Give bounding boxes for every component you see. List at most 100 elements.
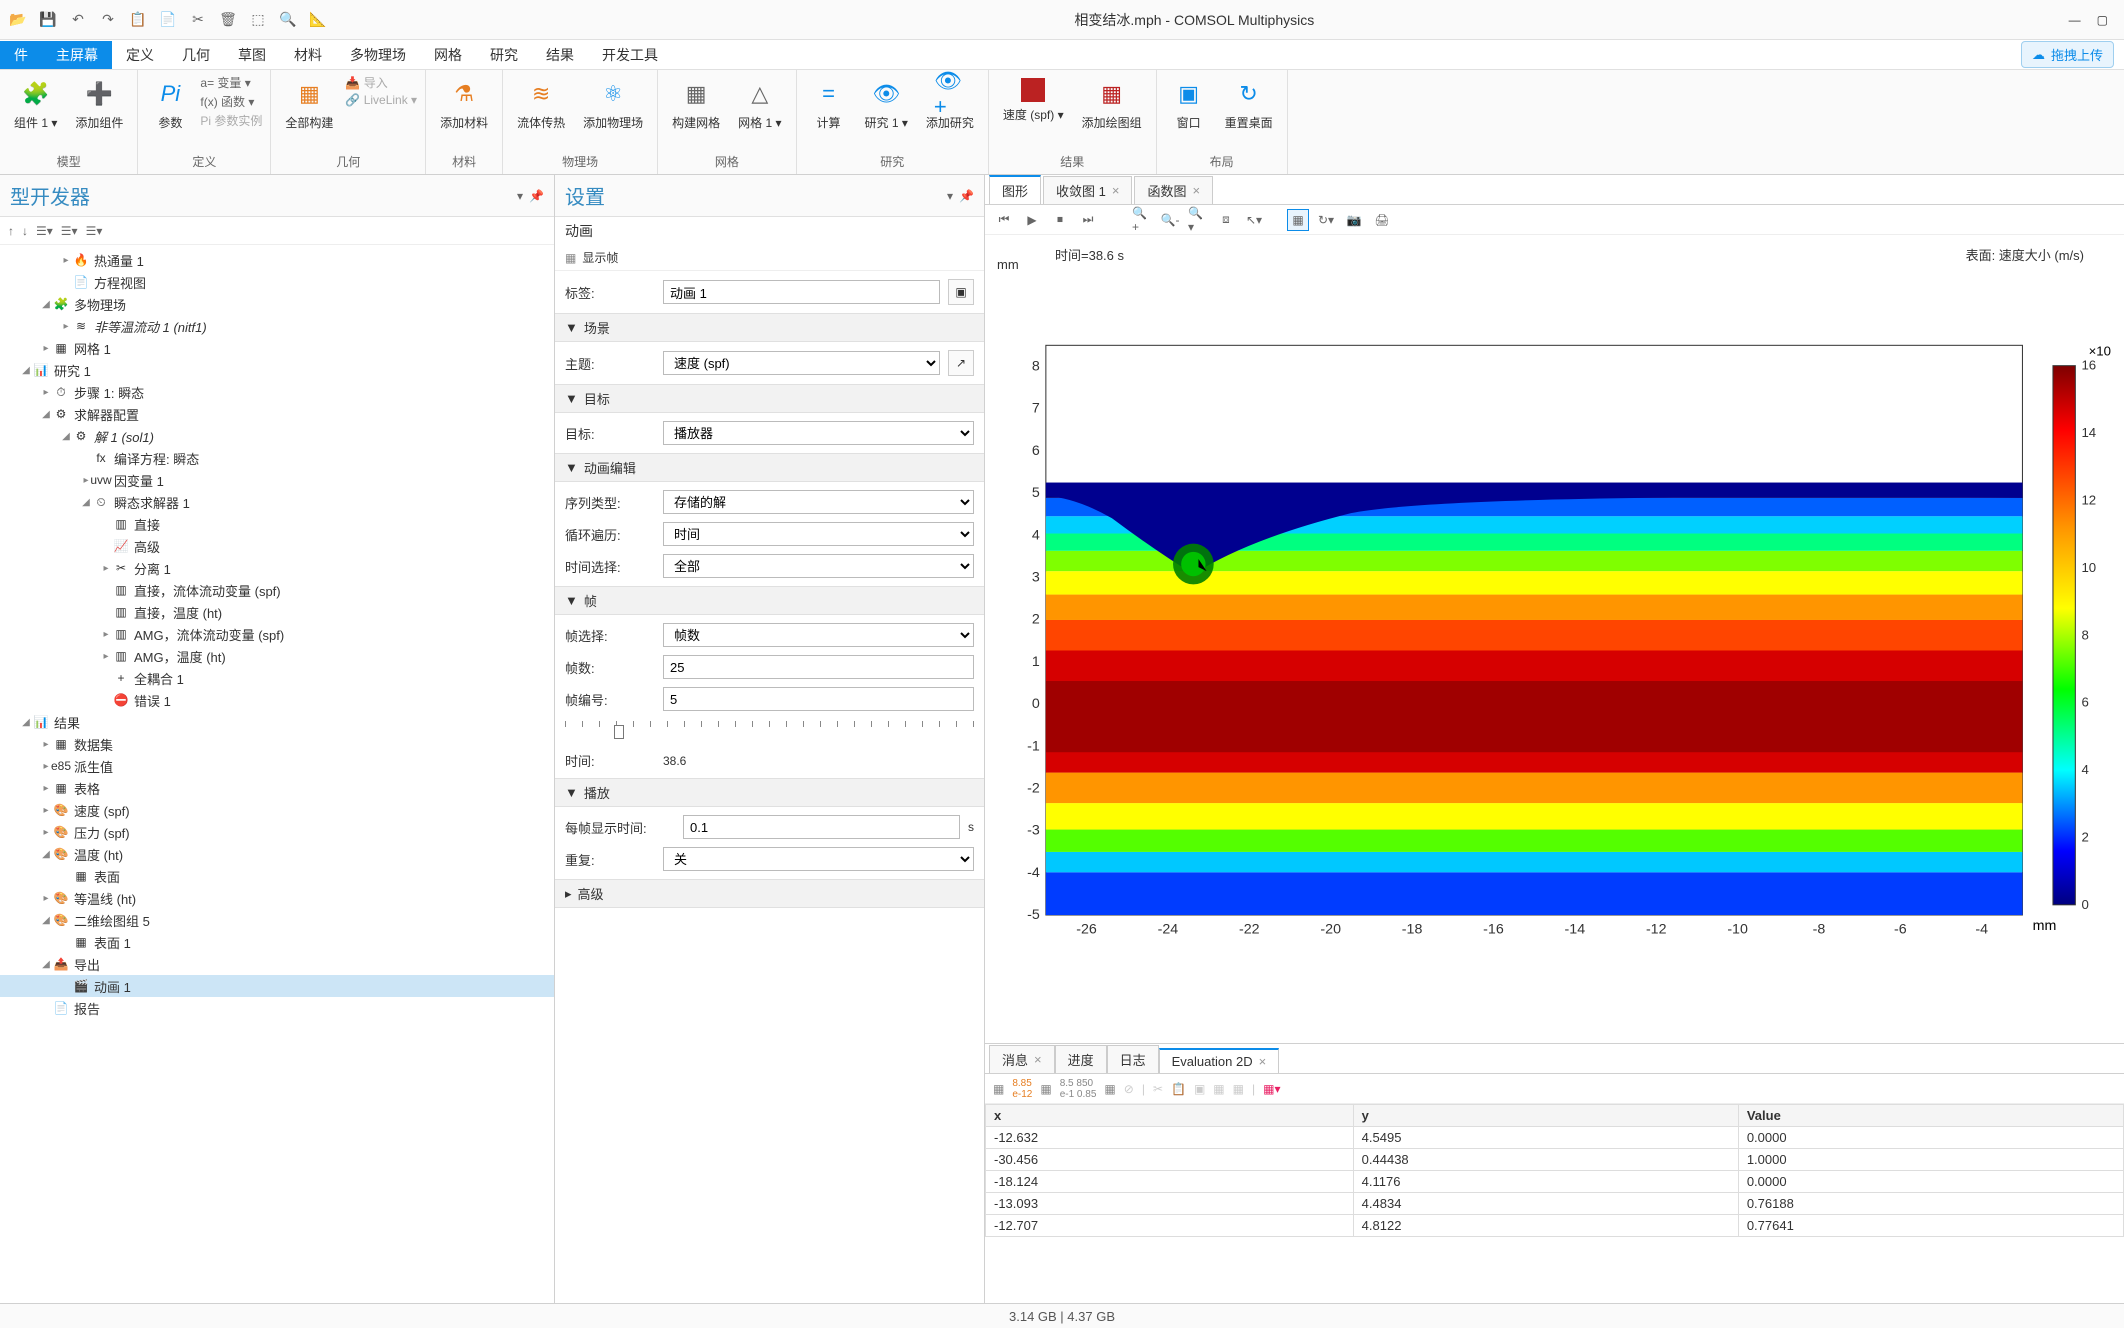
table-row[interactable]: -12.6324.54950.0000 bbox=[986, 1127, 2124, 1149]
tab-convergence[interactable]: 收敛图 1× bbox=[1043, 176, 1132, 204]
select-icon[interactable]: ⬚ bbox=[246, 8, 270, 32]
anim-edit-section[interactable]: ▼动画编辑 bbox=[555, 453, 984, 482]
tree-node[interactable]: ▸▦网格 1 bbox=[0, 337, 554, 359]
table-row[interactable]: -18.1244.11760.0000 bbox=[986, 1171, 2124, 1193]
measure-icon[interactable]: 📐 bbox=[306, 8, 330, 32]
camera-icon[interactable]: 📷 bbox=[1343, 209, 1365, 231]
select-icon[interactable]: ↖▾ bbox=[1243, 209, 1265, 231]
tree-node[interactable]: ◢📊结果 bbox=[0, 711, 554, 733]
tree-node[interactable]: ◢🧩多物理场 bbox=[0, 293, 554, 315]
tree-node[interactable]: ◢🎨温度 (ht) bbox=[0, 843, 554, 865]
menu-phys[interactable]: 多物理场 bbox=[336, 41, 420, 69]
col-header[interactable]: x bbox=[986, 1105, 1354, 1127]
tree-node[interactable]: ◢⚙解 1 (sol1) bbox=[0, 425, 554, 447]
study-1-button[interactable]: 👁研究 1 ▾ bbox=[859, 74, 914, 135]
list-icon[interactable]: ☰▾ bbox=[86, 224, 103, 238]
add-plotgroup-button[interactable]: ▦添加绘图组 bbox=[1076, 74, 1148, 135]
advanced-section[interactable]: ▸高级 bbox=[555, 879, 984, 908]
tree-node[interactable]: ◢🎨二维绘图组 5 bbox=[0, 909, 554, 931]
add-study-button[interactable]: 👁+添加研究 bbox=[920, 74, 980, 135]
livelink-button[interactable]: 🔗 LiveLink ▾ bbox=[345, 93, 417, 107]
menu-def[interactable]: 定义 bbox=[112, 41, 168, 69]
tree-node[interactable]: ▸⏱步骤 1: 瞬态 bbox=[0, 381, 554, 403]
tree-node[interactable]: ▸🎨等温线 (ht) bbox=[0, 887, 554, 909]
tree-node[interactable]: ◢⚙求解器配置 bbox=[0, 403, 554, 425]
dropdown-icon[interactable]: ▾ bbox=[517, 189, 523, 203]
close-icon[interactable]: × bbox=[1192, 183, 1200, 198]
tree-node[interactable]: ◢📊研究 1 bbox=[0, 359, 554, 381]
play-icon[interactable]: ▶ bbox=[1021, 209, 1043, 231]
tree-node[interactable]: 🎬动画 1 bbox=[0, 975, 554, 997]
tree-node[interactable]: ▸▥AMG，流体流动变量 (spf) bbox=[0, 623, 554, 645]
play-section[interactable]: ▼播放 bbox=[555, 778, 984, 807]
table-row[interactable]: -13.0934.48340.76188 bbox=[986, 1193, 2124, 1215]
framesel-select[interactable]: 帧数 bbox=[663, 623, 974, 647]
tab-log[interactable]: 日志 bbox=[1107, 1045, 1159, 1073]
tree-node[interactable]: ▸▥AMG，温度 (ht) bbox=[0, 645, 554, 667]
tree-node[interactable]: 📄报告 bbox=[0, 997, 554, 1019]
tree-node[interactable]: ◢📤导出 bbox=[0, 953, 554, 975]
target-select[interactable]: 播放器 bbox=[663, 421, 974, 445]
pin-icon[interactable]: 📌 bbox=[959, 189, 974, 203]
tree-node[interactable]: ⛔错误 1 bbox=[0, 689, 554, 711]
first-frame-icon[interactable]: ⏮ bbox=[993, 209, 1015, 231]
tree-node[interactable]: ▸🎨速度 (spf) bbox=[0, 799, 554, 821]
repeat-select[interactable]: 关 bbox=[663, 847, 974, 871]
tree-node[interactable]: ▸▦表格 bbox=[0, 777, 554, 799]
plot-icon[interactable]: ▦▾ bbox=[1263, 1082, 1280, 1096]
tab-eval2d[interactable]: Evaluation 2D× bbox=[1159, 1048, 1280, 1073]
tree-node[interactable]: ▦表面 1 bbox=[0, 931, 554, 953]
tree-node[interactable]: ▦表面 bbox=[0, 865, 554, 887]
last-frame-icon[interactable]: ⏭ bbox=[1077, 209, 1099, 231]
copy-icon[interactable]: 📋 bbox=[126, 8, 150, 32]
functions-button[interactable]: f(x) 函数 ▾ bbox=[200, 93, 262, 110]
scene-section[interactable]: ▼场景 bbox=[555, 313, 984, 342]
param-inst-button[interactable]: Pi 参数实例 bbox=[200, 112, 262, 129]
save-icon[interactable]: 💾 bbox=[36, 8, 60, 32]
copy-icon[interactable]: 📋 bbox=[1171, 1082, 1186, 1096]
cut-icon[interactable]: ✂ bbox=[186, 8, 210, 32]
table-row[interactable]: -12.7074.81220.77641 bbox=[986, 1215, 2124, 1237]
tag-action-icon[interactable]: ▣ bbox=[948, 279, 974, 305]
add-component-button[interactable]: ➕添加组件 bbox=[69, 74, 129, 135]
cut-icon[interactable]: ✂ bbox=[1153, 1082, 1163, 1096]
tree-node[interactable]: ◢⏲瞬态求解器 1 bbox=[0, 491, 554, 513]
menu-file[interactable]: 件 bbox=[0, 41, 42, 69]
velocity-plot-button[interactable]: 速度 (spf) ▾ bbox=[997, 74, 1070, 127]
menu-mesh[interactable]: 网格 bbox=[420, 41, 476, 69]
col-header[interactable]: y bbox=[1353, 1105, 1738, 1127]
variables-button[interactable]: a= 变量 ▾ bbox=[200, 74, 262, 91]
tree-node[interactable]: ▸≋非等温流动 1 (nitf1) bbox=[0, 315, 554, 337]
grid-icon[interactable]: ▦ bbox=[993, 1082, 1004, 1096]
menu-study[interactable]: 研究 bbox=[476, 41, 532, 69]
import-button[interactable]: 📥 导入 bbox=[345, 74, 417, 91]
target-section[interactable]: ▼目标 bbox=[555, 384, 984, 413]
heat-transfer-button[interactable]: ≋流体传热 bbox=[511, 74, 571, 135]
zoom-box-icon[interactable]: ⧈ bbox=[1215, 209, 1237, 231]
close-icon[interactable]: × bbox=[1112, 183, 1120, 198]
build-mesh-button[interactable]: ▦构建网格 bbox=[666, 74, 726, 135]
tree-node[interactable]: fx编译方程: 瞬态 bbox=[0, 447, 554, 469]
frame-slider[interactable] bbox=[565, 721, 974, 741]
framecount-input[interactable] bbox=[663, 655, 974, 679]
tab-progress[interactable]: 进度 bbox=[1055, 1045, 1107, 1073]
delete-icon[interactable]: ▦ bbox=[1213, 1082, 1224, 1096]
collapse-icon[interactable]: ☰▾ bbox=[61, 224, 78, 238]
tree-node[interactable]: ▸▦数据集 bbox=[0, 733, 554, 755]
tree-node[interactable]: ▥直接，流体流动变量 (spf) bbox=[0, 579, 554, 601]
redo-icon[interactable]: ↷ bbox=[96, 8, 120, 32]
tab-function[interactable]: 函数图× bbox=[1134, 176, 1213, 204]
dup-icon[interactable]: ▦ bbox=[1233, 1082, 1244, 1096]
maximize-icon[interactable]: ▢ bbox=[2097, 13, 2108, 27]
nav-down-icon[interactable]: ↓ bbox=[22, 224, 28, 238]
add-material-button[interactable]: ⚗添加材料 bbox=[434, 74, 494, 135]
zoom-in-icon[interactable]: 🔍+ bbox=[1131, 209, 1153, 231]
disp-time-input[interactable] bbox=[683, 815, 960, 839]
auto-icon[interactable]: ▦ bbox=[1104, 1082, 1115, 1096]
undo-icon[interactable]: ↶ bbox=[66, 8, 90, 32]
tree-node[interactable]: ▥直接 bbox=[0, 513, 554, 535]
theme-select[interactable]: 速度 (spf) bbox=[663, 351, 940, 375]
table-row[interactable]: -30.4560.444381.0000 bbox=[986, 1149, 2124, 1171]
timesel-select[interactable]: 全部 bbox=[663, 554, 974, 578]
delete-icon[interactable]: 🗑 bbox=[216, 8, 240, 32]
